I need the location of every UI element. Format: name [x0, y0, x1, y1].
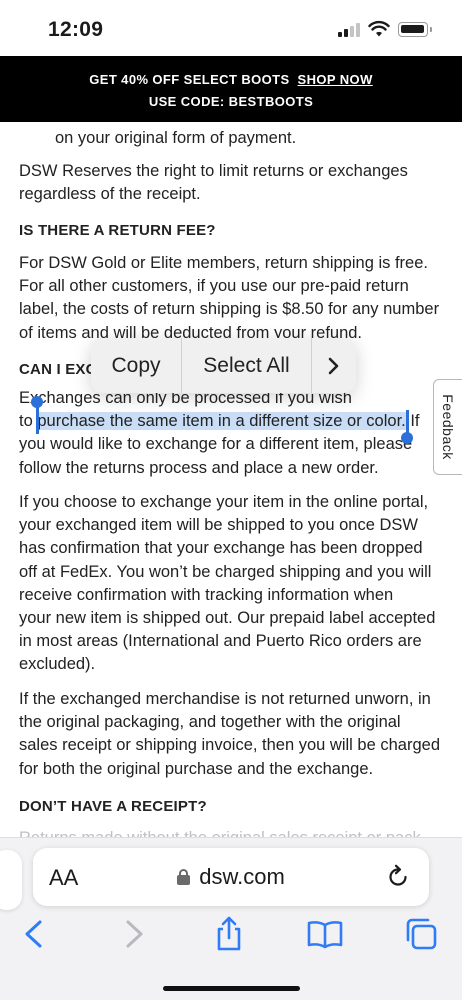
previous-tab-preview[interactable]	[0, 850, 22, 910]
paragraph-refund-payment: on your original form of payment.	[55, 129, 297, 147]
battery-icon	[398, 22, 432, 37]
shop-now-link[interactable]: SHOP NOW	[298, 72, 373, 87]
browser-bottom-bar: AA dsw.com	[0, 837, 462, 1000]
share-icon[interactable]	[209, 914, 249, 954]
heading-no-receipt: DON’T HAVE A RECEIPT?	[19, 798, 207, 815]
chevron-right-icon	[328, 357, 339, 374]
more-options-button[interactable]	[312, 338, 356, 393]
bookmarks-icon[interactable]	[305, 914, 345, 954]
article-content: on your original form of payment. DSW Re…	[19, 122, 439, 842]
paragraph-exchange[interactable]: Exchanges can only be processed if you w…	[19, 387, 429, 480]
wifi-icon	[368, 20, 390, 37]
paragraph-return-fee: For DSW Gold or Elite members, return sh…	[19, 254, 439, 342]
promo-code: USE CODE: BESTBOOTS	[148, 94, 314, 109]
paragraph-online-portal: If you choose to exchange your item in t…	[19, 493, 436, 674]
paragraph-dsw-reserves: DSW Reserves the right to limit returns …	[19, 162, 408, 204]
feedback-label: Feedback	[440, 394, 456, 460]
copy-button[interactable]: Copy	[91, 338, 182, 393]
lock-icon	[177, 869, 191, 885]
status-bar: 12:09	[0, 0, 462, 56]
tabs-icon[interactable]	[402, 914, 442, 954]
url-text: dsw.com	[199, 864, 285, 889]
back-icon[interactable]	[14, 914, 54, 954]
status-time: 12:09	[48, 18, 104, 41]
promo-banner: GET 40% OFF SELECT BOOTS SHOP NOW USE COD…	[0, 56, 462, 122]
cellular-signal-icon	[338, 23, 362, 37]
selection-end-handle[interactable]	[401, 410, 413, 444]
reload-icon[interactable]	[385, 864, 411, 890]
promo-text: GET 40% OFF SELECT BOOTS	[89, 72, 290, 87]
text-edit-menu: Copy Select All	[91, 338, 356, 393]
home-indicator	[163, 986, 300, 991]
heading-return-fee: IS THERE A RETURN FEE?	[19, 222, 216, 239]
paragraph-unworn: If the exchanged merchandise is not retu…	[19, 690, 439, 778]
selection-start-handle[interactable]	[31, 396, 43, 434]
feedback-tab[interactable]: Feedback	[433, 379, 462, 475]
select-all-button[interactable]: Select All	[182, 338, 312, 393]
forward-icon[interactable]	[114, 914, 154, 954]
url-display[interactable]: dsw.com	[33, 864, 429, 890]
address-bar[interactable]: AA dsw.com	[33, 848, 429, 906]
selected-text[interactable]: purchase the same item in a different si…	[37, 412, 406, 431]
